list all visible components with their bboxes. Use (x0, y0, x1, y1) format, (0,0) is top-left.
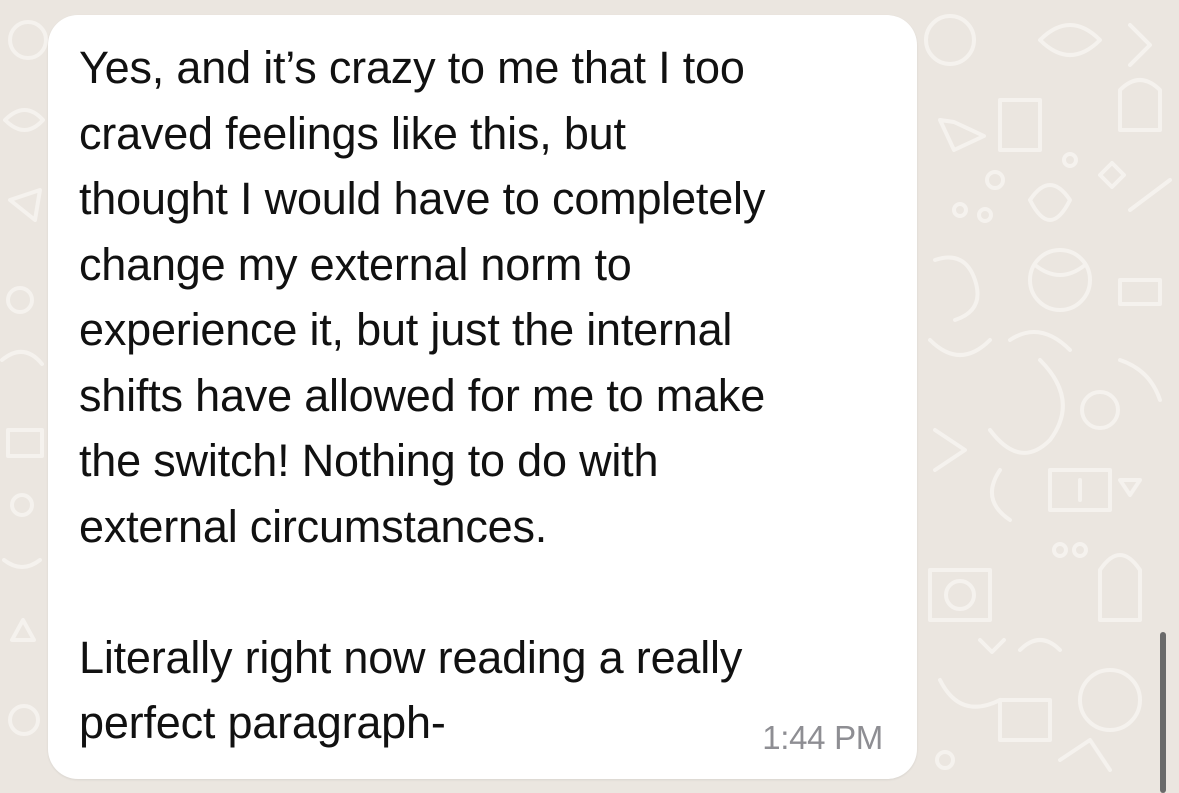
scrollbar-thumb[interactable] (1160, 632, 1166, 793)
message-timestamp: 1:44 PM (762, 719, 883, 756)
chat-area: Yes, and it’s crazy to me that I too cra… (0, 0, 1179, 793)
scrollbar[interactable] (1156, 0, 1170, 793)
incoming-message-bubble[interactable]: Yes, and it’s crazy to me that I too cra… (48, 15, 917, 779)
message-text: Yes, and it’s crazy to me that I too cra… (79, 42, 766, 748)
